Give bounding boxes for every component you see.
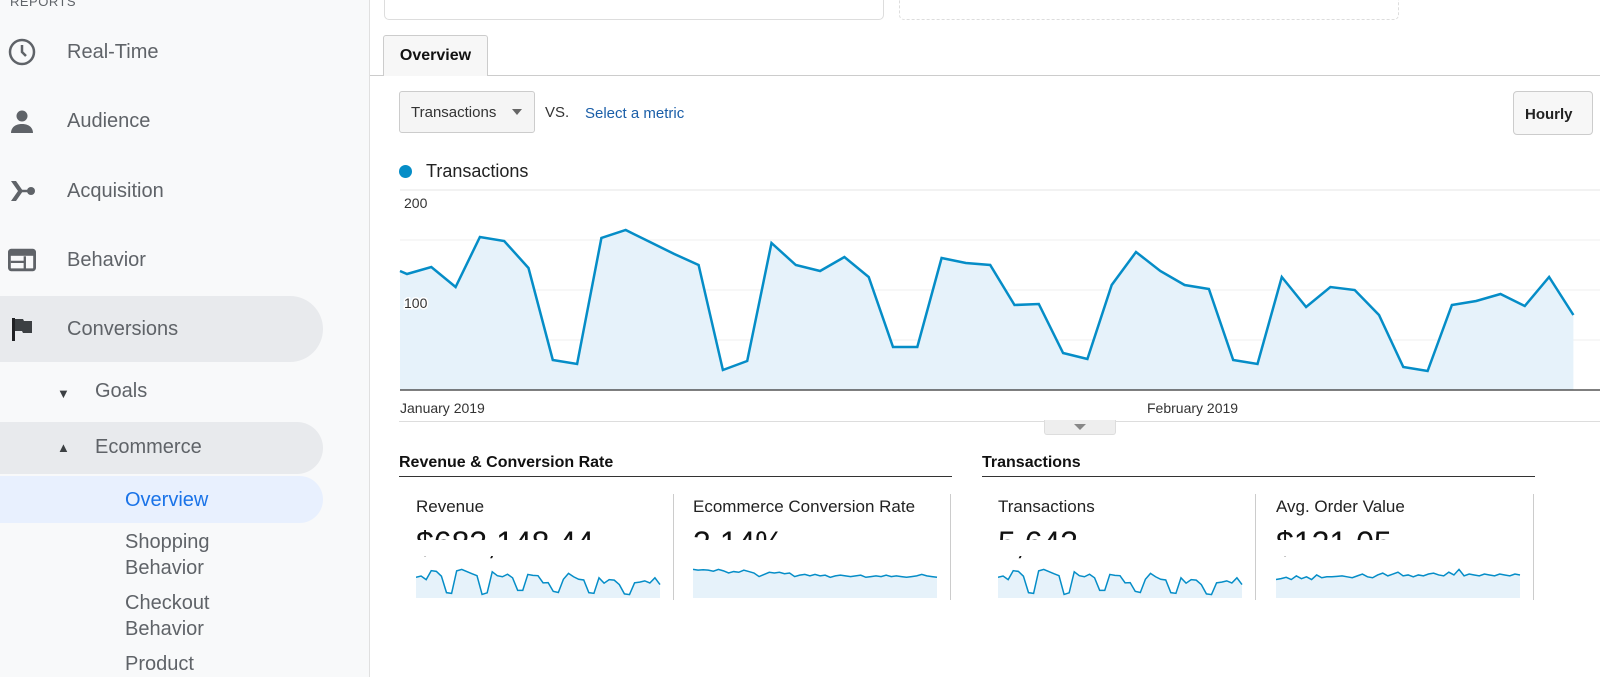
y-tick-label: 100: [404, 295, 428, 311]
add-segment-box[interactable]: [899, 0, 1399, 20]
value-mask: [408, 540, 672, 556]
nav-label: Behavior: [125, 557, 204, 579]
x-tick-label: January 2019: [400, 400, 485, 416]
sparkline: [693, 568, 938, 598]
nav-label: Checkout: [125, 592, 210, 614]
select-a-metric-link[interactable]: Select a metric: [585, 105, 684, 122]
segment-box[interactable]: [384, 0, 884, 20]
sparkline-area: [416, 569, 660, 598]
tile-divider: [673, 494, 674, 600]
series-area: [400, 230, 1574, 390]
nav-label: Real-Time: [67, 40, 159, 63]
sparkline: [416, 568, 661, 598]
tile-divider: [1533, 494, 1534, 600]
triangle-down-icon: ▼: [57, 386, 70, 401]
metric-tile[interactable]: Ecommerce Conversion Rate 3.14%: [685, 492, 951, 600]
sparkline-area: [998, 569, 1242, 598]
nav-label: Ecommerce: [95, 436, 202, 458]
section-title: Revenue & Conversion Rate: [399, 454, 952, 477]
nav-label: Behavior: [67, 248, 146, 271]
nav-label: Behavior: [125, 618, 204, 640]
tile-divider: [1255, 494, 1256, 600]
nav-label: Conversions: [67, 317, 179, 340]
acquisition-icon: [8, 177, 36, 205]
nav-shopping-behavior[interactable]: Shopping Behavior: [125, 529, 210, 581]
vs-label: VS.: [545, 104, 570, 121]
sidebar: REPORTS Real-Time Audience Acquisition B…: [0, 0, 370, 677]
reports-section-label: REPORTS: [10, 0, 77, 9]
metric-select-value: Transactions: [411, 103, 497, 121]
legend-dot-icon: [399, 165, 412, 178]
metric-tile[interactable]: Revenue $683,148.44: [408, 492, 674, 600]
x-tick-label: February 2019: [1147, 400, 1238, 416]
tile-divider: [950, 494, 951, 600]
nav-audience[interactable]: Audience: [0, 88, 323, 154]
metric-name: Revenue: [416, 497, 485, 516]
flag-icon: [8, 315, 36, 343]
triangle-up-icon: ▲: [57, 440, 70, 455]
nav-product[interactable]: Product: [125, 651, 194, 677]
metric-name: Avg. Order Value: [1276, 497, 1405, 516]
sparkline: [998, 568, 1243, 598]
nav-real-time[interactable]: Real-Time: [0, 19, 323, 85]
nav-checkout-behavior[interactable]: Checkout Behavior: [125, 590, 210, 642]
chart-expand-toggle[interactable]: [1044, 420, 1116, 435]
value-mask: [1268, 540, 1532, 556]
nav-ecommerce-overview[interactable]: Overview: [0, 476, 323, 523]
clock-icon: [8, 38, 36, 66]
nav-label: Audience: [67, 109, 151, 132]
nav-label: Overview: [125, 489, 209, 511]
behavior-icon: [8, 246, 36, 274]
legend-label: Transactions: [426, 161, 529, 181]
person-icon: [8, 107, 36, 135]
chart-legend: Transactions: [399, 161, 528, 182]
nav-label: Goals: [95, 380, 148, 402]
main-content: Overview Transactions VS. Select a metri…: [370, 0, 1600, 677]
tab-overview[interactable]: Overview: [383, 35, 488, 76]
value-mask: [990, 540, 1254, 556]
metric-name: Transactions: [998, 497, 1095, 516]
nav-goals[interactable]: ▼ Goals: [0, 380, 323, 406]
hourly-button[interactable]: Hourly: [1513, 91, 1593, 135]
nav-label: Acquisition: [67, 179, 164, 202]
transactions-chart: 200 100 January 2019 February 2019: [399, 189, 1600, 416]
y-tick-label: 200: [404, 195, 428, 211]
nav-behavior[interactable]: Behavior: [0, 227, 323, 293]
metric-tile[interactable]: Transactions 5,643: [990, 492, 1256, 600]
tab-divider: [370, 75, 1600, 76]
metric-tile[interactable]: Avg. Order Value $121.05: [1268, 492, 1534, 600]
nav-label: Product: [125, 653, 194, 675]
value-mask: [685, 540, 949, 556]
nav-acquisition[interactable]: Acquisition: [0, 158, 323, 224]
chart-bottom-divider: [399, 421, 1600, 422]
metric-select[interactable]: Transactions: [399, 91, 535, 133]
nav-conversions[interactable]: Conversions: [0, 296, 323, 362]
nav-ecommerce[interactable]: ▲ Ecommerce: [0, 422, 323, 474]
nav-label: Shopping: [125, 531, 210, 553]
sparkline: [1276, 568, 1521, 598]
metric-name: Ecommerce Conversion Rate: [693, 497, 916, 516]
caret-down-icon: [512, 109, 522, 115]
section-title: Transactions: [982, 454, 1535, 477]
